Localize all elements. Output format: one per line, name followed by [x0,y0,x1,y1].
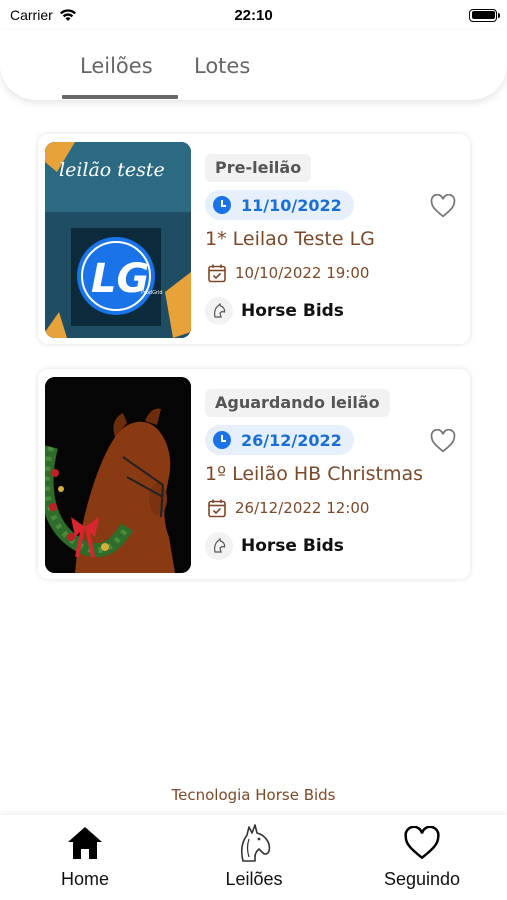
auction-datetime-row: 10/10/2022 19:00 [207,263,369,283]
date-chip: 26/12/2022 [205,425,354,455]
wifi-icon [59,9,76,21]
organizer-row[interactable]: Horse Bids [205,532,344,560]
avatar [205,532,233,560]
status-bar: Carrier 22:10 [0,0,507,30]
auction-thumbnail [45,377,191,573]
auction-card[interactable]: LG ProdGrid leilão teste Pre-leilão 11/1… [38,134,470,344]
calendar-check-icon [208,264,226,283]
auction-datetime: 10/10/2022 19:00 [235,264,370,282]
footer-credit: Tecnologia Horse Bids [171,786,336,804]
auction-title: 1º Leilão HB Christmas [205,463,424,485]
auction-date: 26/12/2022 [241,430,342,450]
date-chip: 11/10/2022 [205,190,354,220]
carrier-label: Carrier [10,7,53,23]
tab-leiloes[interactable]: Leilões [80,54,153,78]
organizer-name: Horse Bids [241,301,344,321]
heart-icon [402,823,442,863]
bottom-nav: Home Leilões Seguindo [0,815,507,900]
tab-lotes[interactable]: Lotes [194,54,250,78]
status-badge: Pre-leilão [205,154,312,182]
auction-datetime: 26/12/2022 12:00 [235,499,370,517]
horse-logo-icon [214,303,226,318]
nav-home-label: Home [60,869,109,889]
auction-date: 11/10/2022 [241,195,342,215]
nav-leiloes-label: Leilões [225,869,283,889]
logo-sub: ProdGrid [141,290,163,296]
status-left: Carrier [10,7,77,23]
organizer-row[interactable]: Horse Bids [205,297,344,325]
auction-card[interactable]: Aguardando leilão 26/12/2022 1º Leilão H… [38,369,470,579]
organizer-name: Horse Bids [241,536,344,556]
calendar-check-icon [208,499,226,518]
auction-poster-image: LG ProdGrid leilão teste [45,142,191,338]
clock-icon [213,196,231,214]
auction-title: 1* Leilao Teste LG [205,228,375,250]
poster-overlay-text: leilão teste [59,159,165,181]
horse-christmas-image [45,377,191,573]
clock-icon [213,431,231,449]
nav-seguindo-label: Seguindo [383,869,461,889]
battery-icon [469,8,500,22]
tab-active-indicator [62,95,178,99]
avatar [205,297,233,325]
nav-home[interactable]: Home [20,815,150,900]
nav-seguindo[interactable]: Seguindo [357,815,487,900]
favorite-heart-icon[interactable] [430,194,456,218]
favorite-heart-icon[interactable] [430,429,456,453]
status-badge: Aguardando leilão [205,389,390,417]
horse-head-icon [234,823,274,863]
horse-logo-icon [214,538,226,553]
auction-datetime-row: 26/12/2022 12:00 [207,498,369,518]
home-icon [65,823,105,863]
auction-thumbnail: LG ProdGrid leilão teste [45,142,191,338]
tabs-panel: Leilões Lotes [0,30,507,100]
nav-leiloes[interactable]: Leilões [189,815,319,900]
